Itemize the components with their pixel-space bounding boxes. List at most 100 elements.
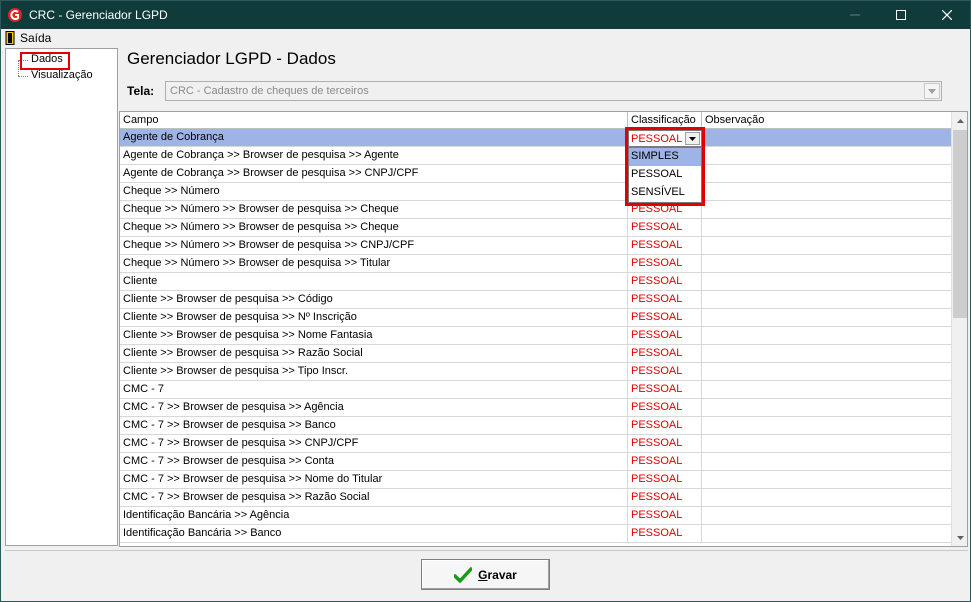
cell-campo[interactable]: Cliente >> Browser de pesquisa >> Tipo I…	[120, 363, 628, 380]
exit-menu-item[interactable]: Saída	[5, 30, 51, 46]
maximize-button[interactable]	[878, 1, 924, 29]
cell-observacao[interactable]	[702, 399, 951, 416]
cell-classificacao[interactable]: PESSOAL	[628, 255, 702, 272]
table-row[interactable]: CMC - 7 >> Browser de pesquisa >> Banco P…	[120, 417, 951, 435]
table-row[interactable]: Cliente PESSOAL	[120, 273, 951, 291]
column-header-observacao[interactable]: Observação	[702, 112, 951, 129]
table-row[interactable]: Agente de Cobrança >> Browser de pesquis…	[120, 165, 951, 183]
save-button[interactable]: Gravar	[421, 559, 550, 590]
table-row[interactable]: Cheque >> Número >> Browser de pesquisa …	[120, 255, 951, 273]
minimize-button[interactable]	[832, 1, 878, 29]
cell-classificacao[interactable]: PESSOAL	[628, 219, 702, 236]
cell-observacao[interactable]	[702, 309, 951, 326]
cell-campo[interactable]: Identificação Bancária >> Banco	[120, 525, 628, 542]
cell-observacao[interactable]	[702, 327, 951, 344]
cell-classificacao[interactable]: PESSOAL	[628, 363, 702, 380]
cell-observacao[interactable]	[702, 453, 951, 470]
cell-campo[interactable]: Cheque >> Número >> Browser de pesquisa …	[120, 219, 628, 236]
cell-observacao[interactable]	[702, 255, 951, 272]
cell-campo[interactable]: Agente de Cobrança >> Browser de pesquis…	[120, 165, 628, 182]
table-row[interactable]: Cheque >> Número >> Browser de pesquisa …	[120, 237, 951, 255]
cell-campo[interactable]: Agente de Cobrança >> Browser de pesquis…	[120, 147, 628, 164]
cell-classificacao[interactable]: PESSOAL	[628, 525, 702, 542]
fields-grid[interactable]: Campo Classificação Observação Agente de…	[119, 111, 968, 547]
cell-classificacao[interactable]: PESSOAL	[628, 489, 702, 506]
table-row[interactable]: Cliente >> Browser de pesquisa >> Tipo I…	[120, 363, 951, 381]
table-row[interactable]: CMC - 7 >> Browser de pesquisa >> Nome d…	[120, 471, 951, 489]
cell-classificacao[interactable]: PESSOAL	[628, 327, 702, 344]
cell-campo[interactable]: CMC - 7 >> Browser de pesquisa >> CNPJ/C…	[120, 435, 628, 452]
cell-campo[interactable]: Cheque >> Número	[120, 183, 628, 200]
cell-campo[interactable]: CMC - 7	[120, 381, 628, 398]
cell-campo[interactable]: Cliente	[120, 273, 628, 290]
table-row[interactable]: Cliente >> Browser de pesquisa >> Nome F…	[120, 327, 951, 345]
cell-observacao[interactable]	[702, 147, 951, 164]
tree-item-visualizacao[interactable]: Visualização	[29, 69, 95, 81]
cell-observacao[interactable]	[702, 525, 951, 542]
cell-observacao[interactable]	[702, 471, 951, 488]
cell-observacao[interactable]	[702, 237, 951, 254]
grid-vertical-scrollbar[interactable]	[951, 112, 967, 546]
table-row[interactable]: Agente de Cobrança >> Browser de pesquis…	[120, 147, 951, 165]
title-bar[interactable]: CRC - Gerenciador LGPD	[1, 1, 970, 29]
table-row[interactable]: Cheque >> NúmeroSENSÍVEL	[120, 183, 951, 201]
table-row[interactable]: Cliente >> Browser de pesquisa >> Nº Ins…	[120, 309, 951, 327]
cell-campo[interactable]: Cliente >> Browser de pesquisa >> Nº Ins…	[120, 309, 628, 326]
cell-campo[interactable]: Cliente >> Browser de pesquisa >> Razão …	[120, 345, 628, 362]
cell-campo[interactable]: CMC - 7 >> Browser de pesquisa >> Razão …	[120, 489, 628, 506]
scroll-down-button[interactable]	[952, 529, 967, 546]
cell-classificacao[interactable]: PESSOAL	[628, 237, 702, 254]
cell-campo[interactable]: CMC - 7 >> Browser de pesquisa >> Nome d…	[120, 471, 628, 488]
table-row[interactable]: Cheque >> Número >> Browser de pesquisa …	[120, 219, 951, 237]
table-row[interactable]: CMC - 7 PESSOAL	[120, 381, 951, 399]
table-row[interactable]: CMC - 7 >> Browser de pesquisa >> Razão …	[120, 489, 951, 507]
cell-observacao[interactable]	[702, 489, 951, 506]
cell-classificacao[interactable]: PESSOAL	[628, 471, 702, 488]
cell-campo[interactable]: Cheque >> Número >> Browser de pesquisa …	[120, 201, 628, 218]
cell-classificacao[interactable]: PESSOAL	[628, 381, 702, 398]
cell-observacao[interactable]	[702, 435, 951, 452]
column-header-campo[interactable]: Campo	[120, 112, 628, 129]
table-row[interactable]: CMC - 7 >> Browser de pesquisa >> Conta P…	[120, 453, 951, 471]
cell-classificacao[interactable]: PESSOAL	[628, 435, 702, 452]
scroll-up-button[interactable]	[952, 112, 967, 129]
cell-campo[interactable]: Cliente >> Browser de pesquisa >> Código	[120, 291, 628, 308]
table-row[interactable]: Agente de CobrançaPESSOAL	[120, 129, 951, 147]
tela-select[interactable]: CRC - Cadastro de cheques de terceiros	[165, 81, 942, 101]
cell-classificacao[interactable]: PESSOAL	[628, 417, 702, 434]
cell-observacao[interactable]	[702, 165, 951, 182]
cell-classificacao[interactable]: PESSOAL	[628, 507, 702, 524]
table-row[interactable]: CMC - 7 >> Browser de pesquisa >> Agênci…	[120, 399, 951, 417]
cell-campo[interactable]: Cheque >> Número >> Browser de pesquisa …	[120, 237, 628, 254]
cell-classificacao[interactable]: PESSOAL	[628, 399, 702, 416]
cell-campo[interactable]: CMC - 7 >> Browser de pesquisa >> Banco	[120, 417, 628, 434]
cell-observacao[interactable]	[702, 201, 951, 218]
cell-observacao[interactable]	[702, 291, 951, 308]
cell-campo[interactable]: CMC - 7 >> Browser de pesquisa >> Agênci…	[120, 399, 628, 416]
table-row[interactable]: Cliente >> Browser de pesquisa >> Código…	[120, 291, 951, 309]
cell-observacao[interactable]	[702, 273, 951, 290]
cell-campo[interactable]: Cliente >> Browser de pesquisa >> Nome F…	[120, 327, 628, 344]
cell-campo[interactable]: CMC - 7 >> Browser de pesquisa >> Conta	[120, 453, 628, 470]
cell-classificacao[interactable]: PESSOAL	[628, 345, 702, 362]
cell-classificacao[interactable]: PESSOAL	[628, 273, 702, 290]
cell-classificacao[interactable]: PESSOAL	[628, 453, 702, 470]
cell-observacao[interactable]	[702, 129, 951, 146]
cell-observacao[interactable]	[702, 381, 951, 398]
tela-select-arrow[interactable]	[924, 83, 940, 99]
close-button[interactable]	[924, 1, 970, 29]
cell-observacao[interactable]	[702, 417, 951, 434]
scroll-thumb[interactable]	[953, 130, 967, 318]
table-row[interactable]: Cliente >> Browser de pesquisa >> Razão …	[120, 345, 951, 363]
cell-campo[interactable]: Agente de Cobrança	[120, 129, 628, 146]
cell-observacao[interactable]	[702, 345, 951, 362]
cell-classificacao[interactable]: PESSOAL	[628, 309, 702, 326]
table-row[interactable]: Identificação Bancária >> Banco PESSOAL	[120, 525, 951, 543]
cell-campo[interactable]: Cheque >> Número >> Browser de pesquisa …	[120, 255, 628, 272]
table-row[interactable]: Identificação Bancária >> Agência PESSOAL	[120, 507, 951, 525]
table-row[interactable]: CMC - 7 >> Browser de pesquisa >> CNPJ/C…	[120, 435, 951, 453]
table-row[interactable]: Cheque >> Número >> Browser de pesquisa …	[120, 201, 951, 219]
cell-classificacao[interactable]: PESSOAL	[628, 291, 702, 308]
cell-observacao[interactable]	[702, 219, 951, 236]
cell-campo[interactable]: Identificação Bancária >> Agência	[120, 507, 628, 524]
